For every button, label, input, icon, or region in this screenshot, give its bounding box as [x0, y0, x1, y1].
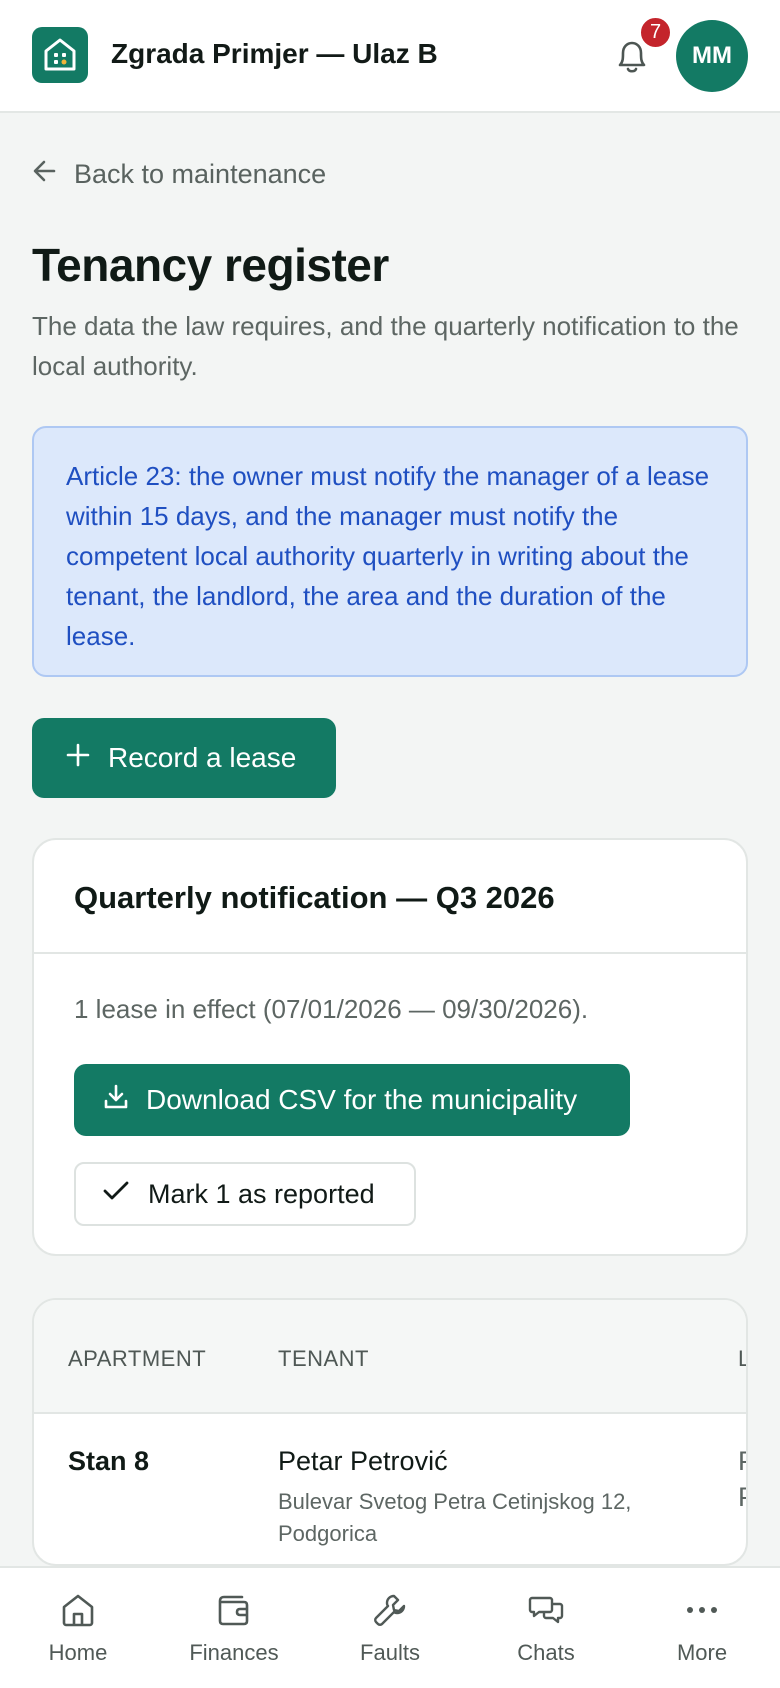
- card-header: Quarterly notification — Q3 2026: [34, 840, 746, 954]
- mark-reported-button[interactable]: Mark 1 as reported: [74, 1162, 416, 1226]
- wrench-icon: [374, 1594, 406, 1626]
- checkmark-icon: [102, 1179, 130, 1210]
- legal-notice: Article 23: the owner must notify the ma…: [32, 426, 748, 677]
- record-lease-label: Record a lease: [108, 742, 297, 773]
- arrow-left-icon: [32, 158, 58, 191]
- back-link-label: Back to maintenance: [74, 158, 327, 189]
- lease-summary: 1 lease in effect (07/01/2026 — 09/30/20…: [74, 994, 589, 1024]
- quarterly-notification-card: Quarterly notification — Q3 2026 1 lease…: [32, 838, 748, 1256]
- column-header-apartment[interactable]: APARTMENT: [68, 1346, 206, 1372]
- card-title: Quarterly notification — Q3 2026: [74, 880, 555, 915]
- nav-home-label: Home: [48, 1640, 108, 1665]
- wallet-icon: [218, 1595, 249, 1626]
- home-icon: [62, 1594, 94, 1627]
- download-csv-label: Download CSV for the municipality: [146, 1084, 578, 1115]
- mark-reported-label: Mark 1 as reported: [148, 1178, 375, 1209]
- download-csv-button[interactable]: Download CSV for the municipality: [74, 1064, 630, 1136]
- user-avatar[interactable]: MM: [676, 20, 748, 92]
- download-icon: [102, 1083, 130, 1118]
- nav-chats[interactable]: Chats: [468, 1568, 624, 1688]
- app-title: Zgrada Primjer — Ulaz B: [111, 38, 438, 69]
- more-icon: [687, 1607, 717, 1613]
- nav-more-label: More: [676, 1640, 728, 1665]
- column-header-tenant[interactable]: TENANT: [278, 1346, 369, 1372]
- cell-tenant-address: Bulevar Svetog Petra Cetinjskog 12, Podg…: [278, 1489, 632, 1546]
- nav-finances-label: Finances: [189, 1640, 279, 1665]
- nav-chats-label: Chats: [517, 1640, 575, 1665]
- cell-clipped-1: P: [738, 1446, 746, 1477]
- bottom-navigation: Home Finances Faults Chats More: [0, 1566, 780, 1688]
- page-title: Tenancy register: [32, 239, 389, 291]
- plus-icon: [66, 742, 90, 774]
- building-logo-icon[interactable]: [32, 27, 88, 83]
- tenancy-table: APARTMENT TENANT L Stan 8 Petar Petrović…: [32, 1298, 748, 1566]
- column-header-clipped[interactable]: L: [738, 1346, 746, 1372]
- nav-faults[interactable]: Faults: [312, 1568, 468, 1688]
- record-lease-button[interactable]: Record a lease: [32, 718, 336, 798]
- cell-tenant-name: Petar Petrović: [278, 1446, 448, 1476]
- chat-icon: [528, 1596, 564, 1624]
- nav-home[interactable]: Home: [0, 1568, 156, 1688]
- nav-more[interactable]: More: [624, 1568, 780, 1688]
- nav-faults-label: Faults: [360, 1640, 420, 1665]
- notification-count-badge: 7: [638, 15, 673, 50]
- nav-finances[interactable]: Finances: [156, 1568, 312, 1688]
- table-header: APARTMENT TENANT L: [34, 1300, 746, 1414]
- cell-clipped-2: P: [738, 1482, 746, 1513]
- cell-apartment: Stan 8: [68, 1446, 150, 1476]
- back-to-maintenance-link[interactable]: Back to maintenance: [32, 156, 326, 192]
- page-subtitle: The data the law requires, and the quart…: [32, 311, 739, 381]
- top-bar: Zgrada Primjer — Ulaz B 7 MM: [0, 0, 780, 113]
